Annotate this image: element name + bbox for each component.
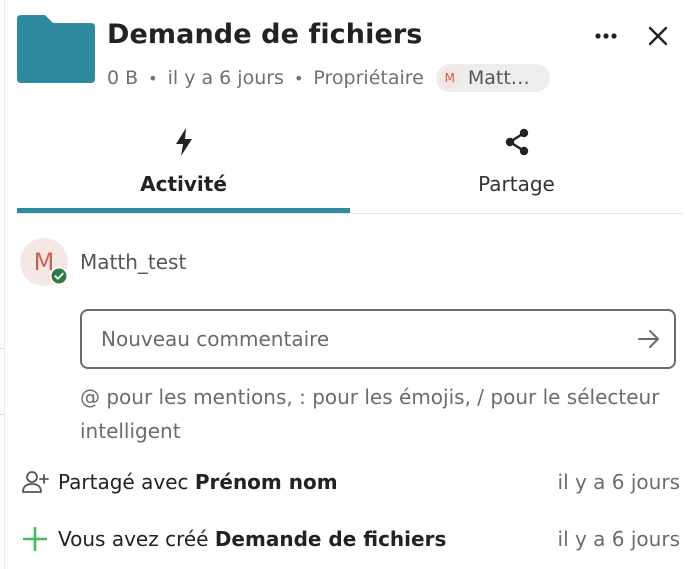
owner-chip[interactable]: M Matt…	[435, 64, 550, 92]
tab-activity[interactable]: Activité	[17, 118, 350, 213]
share-icon	[505, 128, 528, 156]
comment-hint: @ pour les mentions, : pour les émojis, …	[80, 385, 660, 443]
activity-text: Vous avez créé Demande de fichiers	[58, 527, 446, 551]
file-meta: 0 B • il y a 6 jours • Propriétaire M Ma…	[107, 64, 550, 92]
user-add-icon	[20, 467, 50, 497]
comment-box	[80, 309, 676, 369]
active-tab-indicator	[17, 208, 350, 213]
activity-text: Partagé avec Prénom nom	[58, 470, 338, 494]
panel-divider	[4, 0, 5, 569]
flash-icon	[175, 128, 192, 156]
send-comment-button[interactable]	[634, 324, 664, 354]
owner-name: Matt…	[467, 67, 530, 89]
current-user: M Matth_test	[20, 237, 186, 287]
folder-icon	[17, 15, 95, 83]
more-icon	[595, 33, 617, 39]
owner-role: Propriétaire	[313, 67, 424, 89]
sidebar-panel: Demande de fichiers 0 B • il y a 6 jours…	[0, 0, 691, 569]
divider-stub	[0, 348, 5, 349]
activity-time: il y a 6 jours	[557, 527, 680, 551]
username: Matth_test	[80, 250, 187, 274]
status-online-icon	[50, 267, 68, 285]
activity-prefix: Partagé avec	[58, 470, 195, 494]
close-button[interactable]	[640, 18, 676, 54]
activity-prefix: Vous avez créé	[58, 527, 215, 551]
activity-time: il y a 6 jours	[557, 470, 680, 494]
more-actions-button[interactable]	[586, 20, 626, 52]
modified-time: il y a 6 jours	[167, 67, 284, 89]
tab-label: Partage	[478, 172, 555, 196]
comment-input[interactable]	[82, 311, 622, 367]
owner-avatar: M	[439, 68, 460, 88]
avatar[interactable]: M	[20, 238, 68, 286]
plus-icon	[20, 524, 50, 554]
activity-item: Vous avez créé Demande de fichiers il y …	[20, 522, 680, 556]
tab-label: Activité	[140, 172, 227, 196]
file-size: 0 B	[107, 67, 139, 89]
tab-sharing[interactable]: Partage	[350, 118, 683, 213]
divider-stub	[0, 414, 5, 415]
tab-bar: Activité Partage	[17, 118, 683, 214]
activity-item: Partagé avec Prénom nom il y a 6 jours	[20, 465, 680, 499]
activity-target: Prénom nom	[194, 470, 338, 494]
separator-dot: •	[293, 68, 304, 88]
separator-dot: •	[148, 68, 158, 88]
arrow-right-icon	[638, 330, 659, 348]
activity-target: Demande de fichiers	[214, 527, 447, 551]
close-icon	[648, 26, 668, 46]
file-title: Demande de fichiers	[107, 19, 423, 50]
